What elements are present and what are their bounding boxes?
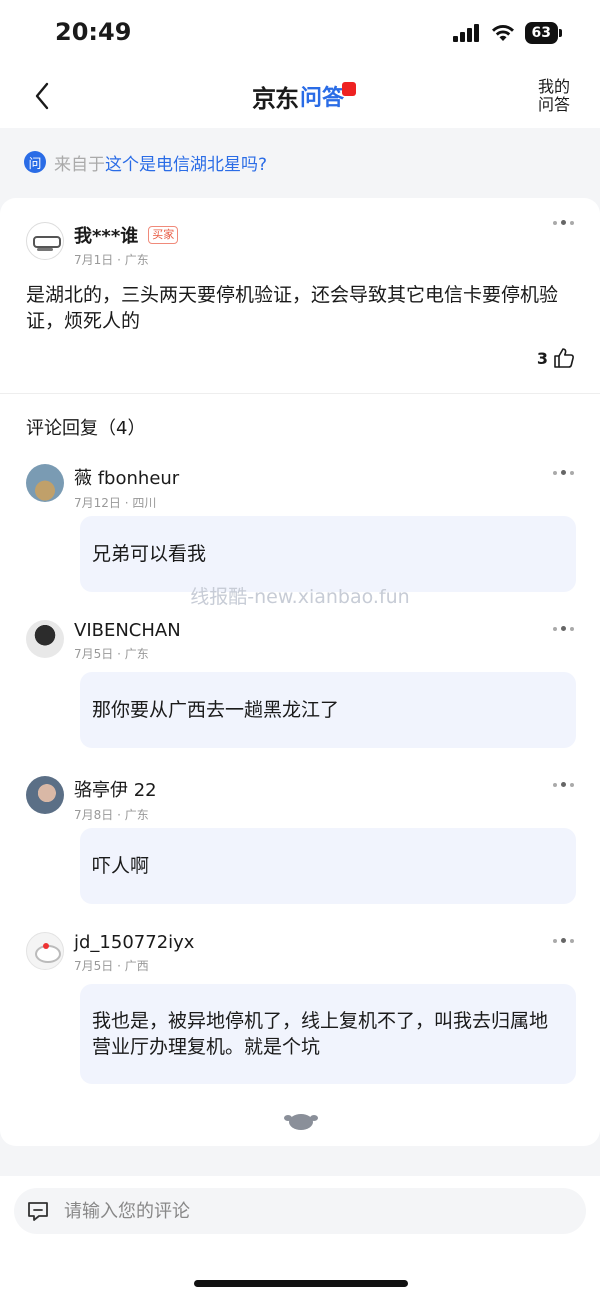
navbar: 京东 问答 我的问答 (0, 66, 600, 128)
author-name-row: 我***谁 买家 (74, 222, 179, 248)
more-dot (570, 626, 574, 631)
like-button[interactable]: 3 (537, 346, 576, 370)
more-dot (570, 470, 574, 475)
comment-item: jd_150772iyx 7月5日 · 广西 我也是，被异地停机了，线上复机不了… (0, 932, 600, 1092)
comment-item: VIBENCHAN 7月5日 · 广东 那你要从广西去一趟黑龙江了 (0, 620, 600, 776)
answer-card: 我***谁 买家 7月1日 · 广东 是湖北的，三头两天要停机验证，还会导致其它… (0, 198, 600, 1146)
comment-more-button[interactable] (553, 626, 574, 631)
avatar[interactable] (26, 620, 64, 658)
home-indicator[interactable] (194, 1280, 408, 1287)
question-icon: 问 (24, 151, 46, 173)
wifi-icon (491, 25, 514, 41)
comment-more-button[interactable] (553, 938, 574, 943)
back-button[interactable] (26, 78, 58, 114)
jd-qa-logo: 京东 问答 (252, 80, 357, 113)
buyer-badge: 买家 (148, 226, 179, 244)
author-meta: 我***谁 买家 7月1日 · 广东 (74, 222, 179, 268)
logo-wenda-text: 问答 (300, 86, 345, 111)
logo-jd-text: 京东 (252, 84, 299, 113)
comment-date-location: 7月5日 · 广东 (74, 647, 149, 661)
author-name: 我***谁 (74, 226, 139, 247)
more-dot (553, 626, 557, 631)
answer-author-row: 我***谁 买家 7月1日 · 广东 (26, 222, 576, 268)
comment-author-row: 薇 fbonheur 7月12日 · 四川 (26, 464, 576, 514)
comment-author: 骆亭伊 22 (74, 780, 157, 801)
status-icons: 63 (452, 22, 562, 44)
avatar[interactable] (26, 932, 64, 970)
more-dot (570, 782, 574, 787)
comment-author: VIBENCHAN (74, 620, 181, 641)
reply-count-heading: 评论回复（4） (26, 418, 146, 439)
more-dot (553, 220, 557, 225)
thumbs-up-icon (554, 348, 574, 368)
comment-icon (28, 1202, 48, 1221)
comment-bubble[interactable]: 吓人啊 (80, 828, 576, 904)
comment-more-button[interactable] (553, 782, 574, 787)
logo-badge-icon (342, 82, 357, 96)
answer-text: 是湖北的，三头两天要停机验证，还会导致其它电信卡要停机验证，烦死人的 (26, 284, 559, 332)
comment-meta: 骆亭伊 22 7月8日 · 广东 (74, 776, 157, 823)
more-dot (561, 782, 566, 787)
comment-meta: VIBENCHAN 7月5日 · 广东 (74, 620, 181, 662)
comment-meta: jd_150772iyx 7月5日 · 广西 (74, 932, 194, 974)
chevron-left-icon (35, 82, 49, 110)
more-dot (553, 938, 557, 943)
source-prefix: 来自于 (54, 154, 105, 175)
comment-date-location: 7月5日 · 广西 (74, 959, 149, 973)
comment-item: 骆亭伊 22 7月8日 · 广东 吓人啊 (0, 776, 600, 932)
end-of-list-mascot-icon (284, 1114, 318, 1130)
more-dot (561, 470, 566, 475)
avatar[interactable] (26, 222, 64, 260)
comment-author-row: jd_150772iyx 7月5日 · 广西 (26, 932, 576, 982)
avatar[interactable] (26, 464, 64, 502)
more-dot (553, 782, 557, 787)
status-bar: 20:49 63 (0, 0, 600, 66)
battery-indicator: 63 (524, 22, 558, 44)
comment-author-row: 骆亭伊 22 7月8日 · 广东 (26, 776, 576, 826)
status-time: 20:49 (55, 18, 132, 46)
comment-author-row: VIBENCHAN 7月5日 · 广东 (26, 620, 576, 670)
more-dot (570, 220, 574, 225)
more-dot (553, 470, 557, 475)
more-dot (561, 938, 566, 943)
comment-bubble[interactable]: 那你要从广西去一趟黑龙江了 (80, 672, 576, 748)
comment-input-box[interactable] (14, 1188, 586, 1234)
more-dot (570, 938, 574, 943)
comment-meta: 薇 fbonheur 7月12日 · 四川 (74, 464, 179, 511)
more-dot (561, 220, 566, 225)
signal-icon (452, 24, 479, 42)
source-question-bar[interactable]: 问 来自于 这个是电信湖北星吗? (0, 128, 600, 196)
my-qa-button[interactable]: 我的问答 (536, 78, 572, 114)
comment-author: 薇 fbonheur (74, 468, 180, 489)
comment-author: jd_150772iyx (74, 932, 195, 953)
comment-more-button[interactable] (553, 470, 574, 475)
comment-item: 薇 fbonheur 7月12日 · 四川 兄弟可以看我 (0, 464, 600, 620)
answer-date-location: 7月1日 · 广东 (74, 253, 149, 267)
comment-bubble[interactable]: 兄弟可以看我 (80, 516, 576, 592)
more-dot (561, 626, 566, 631)
avatar[interactable] (26, 776, 64, 814)
like-count: 3 (536, 348, 548, 368)
comment-date-location: 7月8日 · 广东 (74, 808, 149, 822)
comment-bubble[interactable]: 我也是，被异地停机了，线上复机不了，叫我去归属地营业厅办理复机。就是个坑 (80, 984, 576, 1084)
bottom-bar (0, 1176, 600, 1298)
answer-section: 我***谁 买家 7月1日 · 广东 是湖北的，三头两天要停机验证，还会导致其它… (0, 198, 600, 394)
more-options-button[interactable] (553, 220, 574, 225)
comment-input[interactable] (64, 1200, 544, 1222)
comment-date-location: 7月12日 · 四川 (74, 496, 157, 510)
battery-tip (559, 29, 562, 37)
source-question-link[interactable]: 这个是电信湖北星吗? (105, 150, 267, 175)
